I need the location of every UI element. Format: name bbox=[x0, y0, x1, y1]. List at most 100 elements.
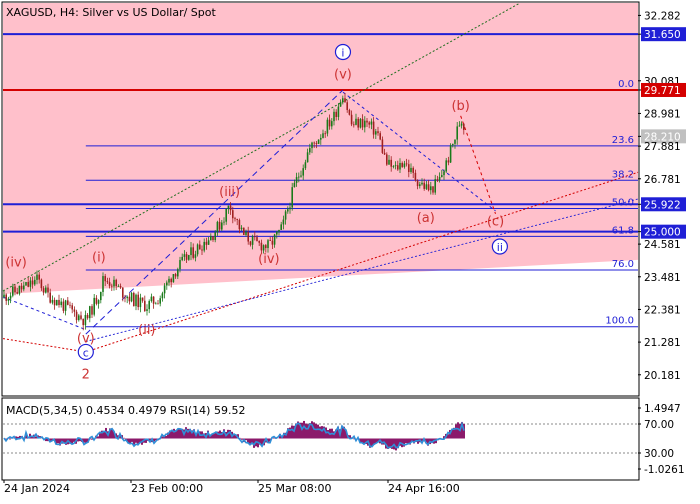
candle-body bbox=[82, 318, 84, 326]
candle-body bbox=[421, 182, 423, 185]
candle-body bbox=[289, 207, 291, 210]
candle-body bbox=[194, 254, 197, 258]
y-tick-label: 21.281 bbox=[644, 337, 681, 349]
candle-body bbox=[390, 159, 392, 167]
candle-body bbox=[445, 160, 447, 172]
wave-label: ii bbox=[497, 241, 503, 254]
candle-body bbox=[207, 240, 210, 245]
wave-label: (v) bbox=[334, 67, 352, 82]
candle-body bbox=[29, 280, 32, 287]
candle-body bbox=[366, 120, 368, 123]
candle-body bbox=[306, 152, 309, 163]
candle-body bbox=[399, 162, 401, 170]
y-tick-label: 29.771 bbox=[644, 85, 681, 97]
candle-body bbox=[443, 171, 445, 176]
candle-body bbox=[166, 282, 168, 286]
y-tick-label: 25.000 bbox=[644, 227, 681, 239]
candle-body bbox=[273, 234, 276, 245]
y-tick-label: 27.881 bbox=[644, 141, 681, 153]
y-tick-label: 24.581 bbox=[644, 239, 681, 251]
candle-body bbox=[326, 119, 329, 134]
candle-body bbox=[337, 106, 340, 117]
candle-body bbox=[174, 274, 177, 277]
candle-body bbox=[218, 221, 221, 230]
chart-title: XAGUSD, H4: Silver vs US Dollar/ Spot bbox=[6, 6, 216, 19]
candle-body bbox=[49, 292, 51, 303]
candle-body bbox=[256, 237, 258, 242]
candle-body bbox=[232, 210, 234, 219]
wave-label: 2 bbox=[82, 368, 90, 383]
candle-body bbox=[102, 276, 104, 292]
candle-body bbox=[199, 244, 201, 250]
candle-body bbox=[236, 218, 238, 220]
candle-body bbox=[456, 126, 458, 140]
candle-body bbox=[295, 177, 298, 183]
candle-body bbox=[12, 286, 14, 296]
candle-body bbox=[355, 118, 357, 125]
candle-body bbox=[157, 303, 159, 305]
indicator-tick-label: -1.0261 bbox=[644, 464, 685, 476]
candle-body bbox=[357, 118, 359, 128]
y-tick-label: 31.650 bbox=[644, 29, 681, 41]
candle-body bbox=[177, 269, 179, 277]
candle-body bbox=[152, 296, 155, 304]
wave-label: (iv) bbox=[5, 255, 26, 270]
candle-body bbox=[427, 184, 430, 191]
candle-body bbox=[113, 279, 115, 287]
candle-body bbox=[212, 236, 214, 241]
candle-body bbox=[425, 184, 428, 189]
candle-body bbox=[53, 299, 56, 306]
candle-body bbox=[3, 294, 5, 297]
candle-body bbox=[397, 165, 399, 170]
fib-level-label: 100.0 bbox=[605, 316, 634, 327]
wave-label: (i) bbox=[92, 250, 106, 265]
candle-body bbox=[40, 279, 43, 289]
candle-body bbox=[368, 122, 370, 125]
candle-body bbox=[133, 292, 135, 307]
x-tick-label: 25 Mar 08:00 bbox=[258, 482, 331, 495]
candle-body bbox=[144, 300, 146, 311]
fib-level-label: 0.0 bbox=[618, 79, 634, 90]
candle-body bbox=[434, 179, 436, 193]
candle-body bbox=[58, 299, 60, 306]
candle-body bbox=[67, 300, 69, 305]
candle-body bbox=[392, 166, 395, 167]
candle-body bbox=[104, 276, 106, 282]
candle-body bbox=[34, 279, 36, 285]
candle-body bbox=[36, 274, 38, 280]
candle-body bbox=[405, 163, 408, 165]
wave-label: (ii) bbox=[138, 323, 155, 338]
x-tick-label: 24 Apr 16:00 bbox=[388, 482, 460, 495]
candle-body bbox=[42, 288, 45, 293]
candle-body bbox=[423, 182, 425, 189]
candle-body bbox=[269, 240, 271, 242]
candle-body bbox=[333, 111, 335, 122]
candle-body bbox=[78, 315, 80, 321]
candle-body bbox=[377, 131, 379, 134]
candle-body bbox=[115, 279, 117, 287]
candle-body bbox=[130, 292, 133, 302]
candle-body bbox=[71, 305, 73, 310]
candle-body bbox=[139, 297, 142, 308]
y-tick-label: 26.781 bbox=[644, 174, 681, 186]
candle-body bbox=[247, 231, 249, 242]
candle-body bbox=[410, 167, 412, 172]
candle-body bbox=[170, 278, 172, 283]
candle-body bbox=[31, 280, 34, 285]
candle-body bbox=[430, 186, 432, 191]
candle-body bbox=[201, 249, 203, 251]
candle-body bbox=[452, 143, 454, 146]
candle-body bbox=[185, 254, 188, 260]
candle-body bbox=[80, 315, 82, 319]
candle-body bbox=[432, 186, 434, 193]
candle-body bbox=[214, 232, 216, 241]
candle-body bbox=[280, 224, 282, 230]
candle-body bbox=[238, 219, 241, 230]
wave-label: c bbox=[83, 346, 89, 359]
candle-body bbox=[5, 294, 7, 301]
candle-body bbox=[93, 297, 95, 315]
candle-body bbox=[302, 168, 304, 176]
candle-body bbox=[64, 300, 67, 311]
candle-body bbox=[9, 295, 12, 299]
candle-body bbox=[141, 297, 144, 301]
